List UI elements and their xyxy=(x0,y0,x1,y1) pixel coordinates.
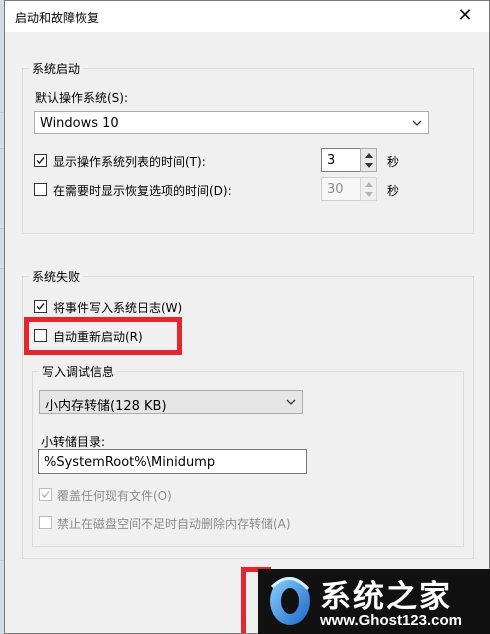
watermark-url: www.Ghost123.com xyxy=(320,612,462,629)
checkmark-icon xyxy=(36,157,45,165)
spin-up-icon xyxy=(365,153,373,158)
default-os-select[interactable]: Windows 10 xyxy=(34,111,429,134)
show-os-list-checkbox[interactable] xyxy=(34,154,47,167)
window-title: 启动和故障恢复 xyxy=(15,11,100,25)
show-recovery-checkbox[interactable] xyxy=(34,183,47,196)
dump-type-value: 小内存转储(128 KB) xyxy=(45,399,167,414)
show-recovery-unit: 秒 xyxy=(387,184,400,198)
show-recovery-label: 在需要时显示恢复选项的时间(D): xyxy=(53,184,232,198)
show-os-list-seconds-input[interactable]: 3 xyxy=(321,148,361,172)
system-failure-legend: 系统失败 xyxy=(29,268,84,285)
dump-dir-input[interactable]: %SystemRoot%\Minidump xyxy=(38,449,307,474)
default-os-value: Windows 10 xyxy=(40,116,119,131)
disable-low-space-delete-checkbox[interactable] xyxy=(39,516,52,529)
overwrite-checkbox[interactable] xyxy=(39,488,52,501)
watermark-title: 系统之家 xyxy=(320,579,452,615)
write-event-log-label: 将事件写入系统日志(W) xyxy=(53,301,183,315)
spin-down-icon xyxy=(365,192,373,197)
dump-dir-label: 小转储目录: xyxy=(41,435,106,449)
disable-low-space-delete-label: 禁止在磁盘空间不足时自动删除内存转储(A) xyxy=(57,517,291,531)
show-recovery-seconds-input[interactable]: 30 xyxy=(321,177,361,201)
write-event-log-checkbox[interactable] xyxy=(34,300,47,313)
show-os-list-label: 显示操作系统列表的时间(T): xyxy=(53,155,206,169)
spin-down-icon xyxy=(365,163,373,168)
show-os-list-seconds-value: 3 xyxy=(327,153,336,168)
close-icon[interactable]: ✕ xyxy=(455,6,475,26)
show-os-list-unit: 秒 xyxy=(387,155,400,169)
chevron-down-icon xyxy=(412,120,422,126)
chevron-down-icon xyxy=(286,399,296,405)
debug-info-legend: 写入调试信息 xyxy=(39,363,118,380)
title-bar: 启动和故障恢复 ✕ xyxy=(5,1,489,32)
watermark-logo-icon xyxy=(270,577,310,625)
show-recovery-seconds-value: 30 xyxy=(327,182,344,197)
show-os-list-spinner[interactable] xyxy=(360,148,377,172)
system-startup-legend: 系统启动 xyxy=(29,60,84,77)
overwrite-label: 覆盖任何现有文件(O) xyxy=(57,489,172,503)
auto-restart-highlight-box xyxy=(24,317,182,355)
dump-type-select[interactable]: 小内存转储(128 KB) xyxy=(39,390,303,414)
spin-up-icon xyxy=(365,182,373,187)
checkmark-icon xyxy=(41,491,50,499)
dump-dir-value: %SystemRoot%\Minidump xyxy=(44,455,216,470)
watermark-banner: 系统之家 www.Ghost123.com xyxy=(258,569,490,634)
checkmark-icon xyxy=(36,303,45,311)
show-recovery-spinner[interactable] xyxy=(360,177,377,201)
startup-recovery-dialog: 启动和故障恢复 ✕ 系统启动 默认操作系统(S): Windows 10 显示操… xyxy=(4,0,490,634)
default-os-label: 默认操作系统(S): xyxy=(35,91,129,105)
